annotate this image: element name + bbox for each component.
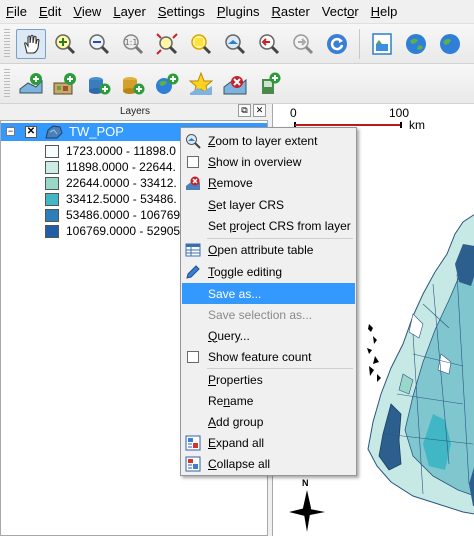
menu-file[interactable]: File	[0, 0, 33, 24]
menu-plugins[interactable]: Plugins	[211, 0, 266, 24]
menu-raster[interactable]: Raster	[265, 0, 315, 24]
tw-pop-polygons	[367, 214, 474, 515]
menu-settings[interactable]: Settings	[152, 0, 211, 24]
legend-item: 53486.0000 - 106769	[45, 207, 180, 223]
remove-layer-icon	[182, 172, 204, 193]
legend-swatch	[45, 224, 59, 238]
legend-swatch	[45, 192, 59, 206]
menu-item-toggle-editing[interactable]: Toggle editing	[182, 261, 355, 282]
add-spatialite-layer-icon[interactable]	[118, 69, 148, 99]
new-map-view-icon[interactable]	[367, 29, 397, 59]
menu-item-collapse-all[interactable]: Collapse all	[182, 453, 355, 474]
layer-visibility-checkbox[interactable]: ✕	[25, 126, 37, 138]
scale-hundred-label: 100	[389, 106, 410, 120]
north-label: N	[302, 478, 309, 488]
zoom-next-icon[interactable]	[288, 29, 318, 59]
legend-item: 1723.0000 - 11898.0	[45, 143, 176, 159]
menu-edit[interactable]: Edit	[33, 0, 67, 24]
menu-item-query[interactable]: Query...	[182, 325, 355, 346]
menu-layer[interactable]: Layer	[107, 0, 152, 24]
map-navigation-toolbar: 1:1	[0, 24, 474, 64]
remove-layer-icon[interactable]	[220, 69, 250, 99]
manage-layers-toolbar	[0, 64, 474, 104]
expand-all-icon	[182, 432, 204, 453]
menu-item-save-as[interactable]: Save as...	[182, 283, 355, 304]
polygon-layer-icon	[44, 124, 64, 143]
toolbar-separator	[359, 28, 360, 59]
add-postgis-layer-icon[interactable]	[84, 69, 114, 99]
layers-panel-title: Layers	[0, 104, 270, 120]
menu-view[interactable]: View	[67, 0, 107, 24]
legend-label: 11898.0000 - 22644.	[66, 160, 176, 174]
collapse-all-icon	[182, 453, 204, 474]
zoom-full-icon[interactable]	[152, 29, 182, 59]
menu-item-open-attribute-table[interactable]: Open attribute table	[182, 239, 355, 260]
legend-item: 106769.0000 - 52905	[45, 223, 180, 239]
zoom-out-icon[interactable]	[84, 29, 114, 59]
refresh-icon[interactable]	[322, 29, 352, 59]
zoom-layer-icon[interactable]	[220, 29, 250, 59]
menu-item-add-group[interactable]: Add group	[182, 411, 355, 432]
menu-item-rename[interactable]: Rename	[182, 390, 355, 411]
legend-label: 53486.0000 - 106769	[66, 208, 181, 222]
legend-label: 1723.0000 - 11898.0	[66, 144, 176, 158]
north-arrow-icon	[289, 490, 325, 532]
scale-unit-label: km	[409, 118, 425, 132]
zoom-selection-icon[interactable]	[186, 29, 216, 59]
add-wms-layer-icon[interactable]	[152, 69, 182, 99]
menu-help[interactable]: Help	[365, 0, 404, 24]
map-tips-icon[interactable]	[401, 29, 431, 59]
svg-text:1:1: 1:1	[125, 38, 138, 47]
legend-item: 11898.0000 - 22644.	[45, 159, 176, 175]
add-vector-layer-icon[interactable]	[16, 69, 46, 99]
menu-item-remove[interactable]: Remove	[182, 172, 355, 193]
menu-item-show-in-overview[interactable]: Show in overview	[182, 151, 355, 172]
menu-item-properties[interactable]: Properties	[182, 369, 355, 390]
zoom-layer-icon	[182, 130, 204, 151]
zoom-actual-icon[interactable]: 1:1	[118, 29, 148, 59]
legend-swatch	[45, 176, 59, 190]
menu-bar: File Edit View Layer Settings Plugins Ra…	[0, 0, 474, 24]
legend-item: 22644.0000 - 33412.	[45, 175, 177, 191]
legend-item: 33412.5000 - 53486.	[45, 191, 177, 207]
menu-item-show-feature-count[interactable]: Show feature count	[182, 346, 355, 367]
new-shapefile-layer-icon[interactable]	[186, 69, 216, 99]
menu-item-set-project-crs[interactable]: Set project CRS from layer	[182, 215, 355, 236]
legend-label: 22644.0000 - 33412.	[66, 176, 177, 190]
pan-hand-icon[interactable]	[16, 28, 46, 59]
float-panel-button[interactable]: ⧉	[238, 104, 251, 117]
toolbar-grip[interactable]	[4, 28, 10, 59]
layer-name: TW_POP	[69, 124, 124, 139]
menu-item-zoom-to-layer-extent[interactable]: Zoom to layer extent	[182, 130, 355, 151]
menu-item-save-selection-as: Save selection as...	[208, 307, 313, 322]
legend-label: 106769.0000 - 52905	[66, 224, 181, 238]
island-specks	[367, 324, 381, 382]
add-raster-layer-icon[interactable]	[50, 69, 80, 99]
zoom-last-icon[interactable]	[254, 29, 284, 59]
legend-swatch	[45, 208, 59, 222]
pencil-icon	[182, 261, 204, 282]
legend-label: 33412.5000 - 53486.	[66, 192, 177, 206]
toolbar-grip[interactable]	[4, 68, 10, 99]
show-feature-count-checkbox[interactable]	[187, 350, 199, 363]
new-bookmark-icon[interactable]	[435, 29, 465, 59]
menu-item-expand-all[interactable]: Expand all	[182, 432, 355, 453]
menu-vector[interactable]: Vector	[316, 0, 365, 24]
attribute-table-icon	[182, 239, 204, 260]
layer-context-menu: Zoom to layer extent Show in overview Re…	[180, 127, 357, 476]
legend-swatch	[45, 160, 59, 174]
collapse-toggle[interactable]: −	[6, 127, 15, 136]
add-wfs-layer-icon[interactable]	[254, 69, 284, 99]
zoom-in-icon[interactable]	[50, 29, 80, 59]
close-panel-button[interactable]: ✕	[253, 104, 266, 117]
show-in-overview-checkbox[interactable]	[187, 155, 199, 168]
scale-zero-label: 0	[290, 106, 297, 120]
menu-item-set-layer-crs[interactable]: Set layer CRS	[182, 194, 355, 215]
legend-swatch	[45, 144, 59, 158]
